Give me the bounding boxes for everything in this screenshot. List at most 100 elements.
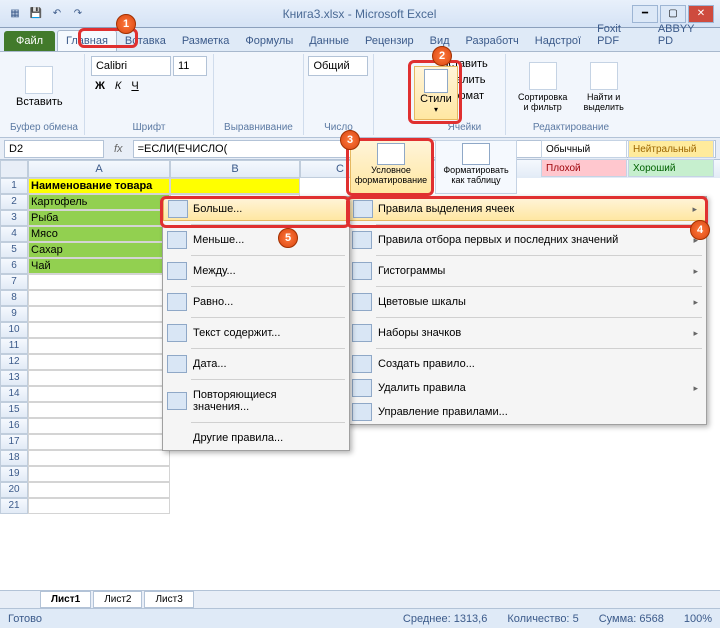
format-as-table-button[interactable]: Форматировать как таблицу (435, 140, 517, 194)
styles-label: Стили (420, 93, 452, 105)
tab-data[interactable]: Данные (301, 31, 357, 51)
menu-greater-than[interactable]: Больше... (163, 197, 349, 221)
sort-filter-button[interactable]: Сортировка и фильтр (512, 60, 573, 114)
cell-a2[interactable]: Картофель (28, 194, 170, 210)
find-select-button[interactable]: Найти и выделить (577, 60, 630, 114)
cell-a4[interactable]: Мясо (28, 226, 170, 242)
styles-button[interactable]: Стили ▾ (414, 66, 458, 120)
tab-home[interactable]: Главная (57, 30, 117, 51)
sheet-tab-2[interactable]: Лист2 (93, 591, 142, 608)
style-bad[interactable]: Плохой (541, 159, 627, 177)
underline-button[interactable]: Ч (127, 78, 142, 94)
name-box[interactable]: D2 (4, 140, 104, 158)
font-size-combo[interactable]: 11 (173, 56, 207, 76)
paste-button[interactable]: Вставить (10, 64, 69, 110)
row-header[interactable]: 2 (0, 194, 28, 210)
menu-equal-to[interactable]: Равно... (163, 290, 349, 314)
find-icon (590, 62, 618, 90)
less-icon (167, 231, 187, 249)
status-sum: Сумма: 6568 (599, 613, 664, 625)
row-header[interactable]: 11 (0, 338, 28, 354)
sheet-tab-3[interactable]: Лист3 (144, 591, 193, 608)
row-header[interactable]: 5 (0, 242, 28, 258)
menu-icon-sets[interactable]: Наборы значков▸ (348, 321, 706, 345)
row-header[interactable]: 4 (0, 226, 28, 242)
cell-styles-gallery[interactable]: Обычный Нейтральный Плохой Хороший (541, 140, 714, 177)
row-header[interactable]: 8 (0, 290, 28, 306)
font-name-combo[interactable]: Calibri (91, 56, 171, 76)
between-icon (167, 262, 187, 280)
tab-abbyy[interactable]: ABBYY PD (650, 19, 716, 51)
row-header[interactable]: 6 (0, 258, 28, 274)
undo-icon[interactable]: ↶ (48, 5, 66, 23)
row-header[interactable]: 3 (0, 210, 28, 226)
menu-new-rule[interactable]: Создать правило... (348, 352, 706, 376)
zoom-level[interactable]: 100% (684, 613, 712, 625)
style-neutral[interactable]: Нейтральный (628, 140, 714, 158)
cell-a1[interactable]: Наименование товара (28, 178, 170, 194)
row-header[interactable]: 21 (0, 498, 28, 514)
row-header[interactable]: 15 (0, 402, 28, 418)
menu-text-contains[interactable]: Текст содержит... (163, 321, 349, 345)
row-header[interactable]: 9 (0, 306, 28, 322)
topbottom-icon (352, 231, 372, 249)
tab-developer[interactable]: Разработч (458, 31, 527, 51)
status-count: Количество: 5 (507, 613, 578, 625)
excel-icon[interactable]: ▦ (6, 5, 24, 23)
row-header[interactable]: 16 (0, 418, 28, 434)
tab-addins[interactable]: Надстрої (527, 31, 589, 51)
row-header[interactable]: 1 (0, 178, 28, 194)
conditional-formatting-button[interactable]: Условное форматирование (350, 140, 432, 194)
databars-icon (352, 262, 372, 280)
tab-insert[interactable]: Вставка (117, 31, 174, 51)
select-all-corner[interactable] (0, 160, 28, 178)
menu-clear-rules[interactable]: Удалить правила▸ (348, 376, 706, 400)
style-normal[interactable]: Обычный (541, 140, 627, 158)
menu-color-scales[interactable]: Цветовые шкалы▸ (348, 290, 706, 314)
menu-duplicate-values[interactable]: Повторяющиеся значения... (163, 383, 349, 419)
menu-date-occurring[interactable]: Дата... (163, 352, 349, 376)
styles-icon (424, 69, 448, 93)
menu-less-than[interactable]: Меньше... (163, 228, 349, 252)
tab-formulas[interactable]: Формулы (237, 31, 301, 51)
find-label: Найти и выделить (583, 92, 624, 112)
redo-icon[interactable]: ↷ (69, 5, 87, 23)
row-header[interactable]: 18 (0, 450, 28, 466)
sheet-tab-1[interactable]: Лист1 (40, 591, 91, 608)
row-header[interactable]: 12 (0, 354, 28, 370)
cell-a3[interactable]: Рыба (28, 210, 170, 226)
row-header[interactable]: 17 (0, 434, 28, 450)
equal-icon (167, 293, 187, 311)
tab-review[interactable]: Рецензир (357, 31, 422, 51)
marker-2: 2 (432, 46, 452, 66)
row-header[interactable]: 7 (0, 274, 28, 290)
row-header[interactable]: 13 (0, 370, 28, 386)
menu-manage-rules[interactable]: Управление правилами... (348, 400, 706, 424)
menu-data-bars[interactable]: Гистограммы▸ (348, 259, 706, 283)
cell-a6[interactable]: Чай (28, 258, 170, 274)
col-header-b[interactable]: B (170, 160, 300, 178)
tab-layout[interactable]: Разметка (174, 31, 238, 51)
menu-top-bottom[interactable]: Правила отбора первых и последних значен… (348, 228, 706, 252)
style-good[interactable]: Хороший (628, 159, 714, 177)
save-icon[interactable]: 💾 (27, 5, 45, 23)
bold-button[interactable]: Ж (91, 78, 109, 94)
font-label: Шрифт (91, 122, 207, 133)
menu-between[interactable]: Между... (163, 259, 349, 283)
tab-foxit[interactable]: Foxit PDF (589, 19, 650, 51)
highlight-icon (353, 200, 373, 218)
cell-b1[interactable] (170, 178, 300, 194)
fx-icon[interactable]: fx (108, 143, 129, 155)
number-format-combo[interactable]: Общий (308, 56, 368, 76)
row-header[interactable]: 20 (0, 482, 28, 498)
highlight-rules-submenu: Больше... Меньше... Между... Равно... Те… (162, 196, 350, 451)
menu-more-rules[interactable]: Другие правила... (163, 426, 349, 450)
italic-button[interactable]: К (111, 78, 125, 94)
row-header[interactable]: 10 (0, 322, 28, 338)
col-header-a[interactable]: A (28, 160, 170, 178)
row-header[interactable]: 19 (0, 466, 28, 482)
cell-a5[interactable]: Сахар (28, 242, 170, 258)
menu-highlight-rules[interactable]: Правила выделения ячеек▸ (348, 197, 706, 221)
row-header[interactable]: 14 (0, 386, 28, 402)
file-tab[interactable]: Файл (4, 31, 55, 51)
